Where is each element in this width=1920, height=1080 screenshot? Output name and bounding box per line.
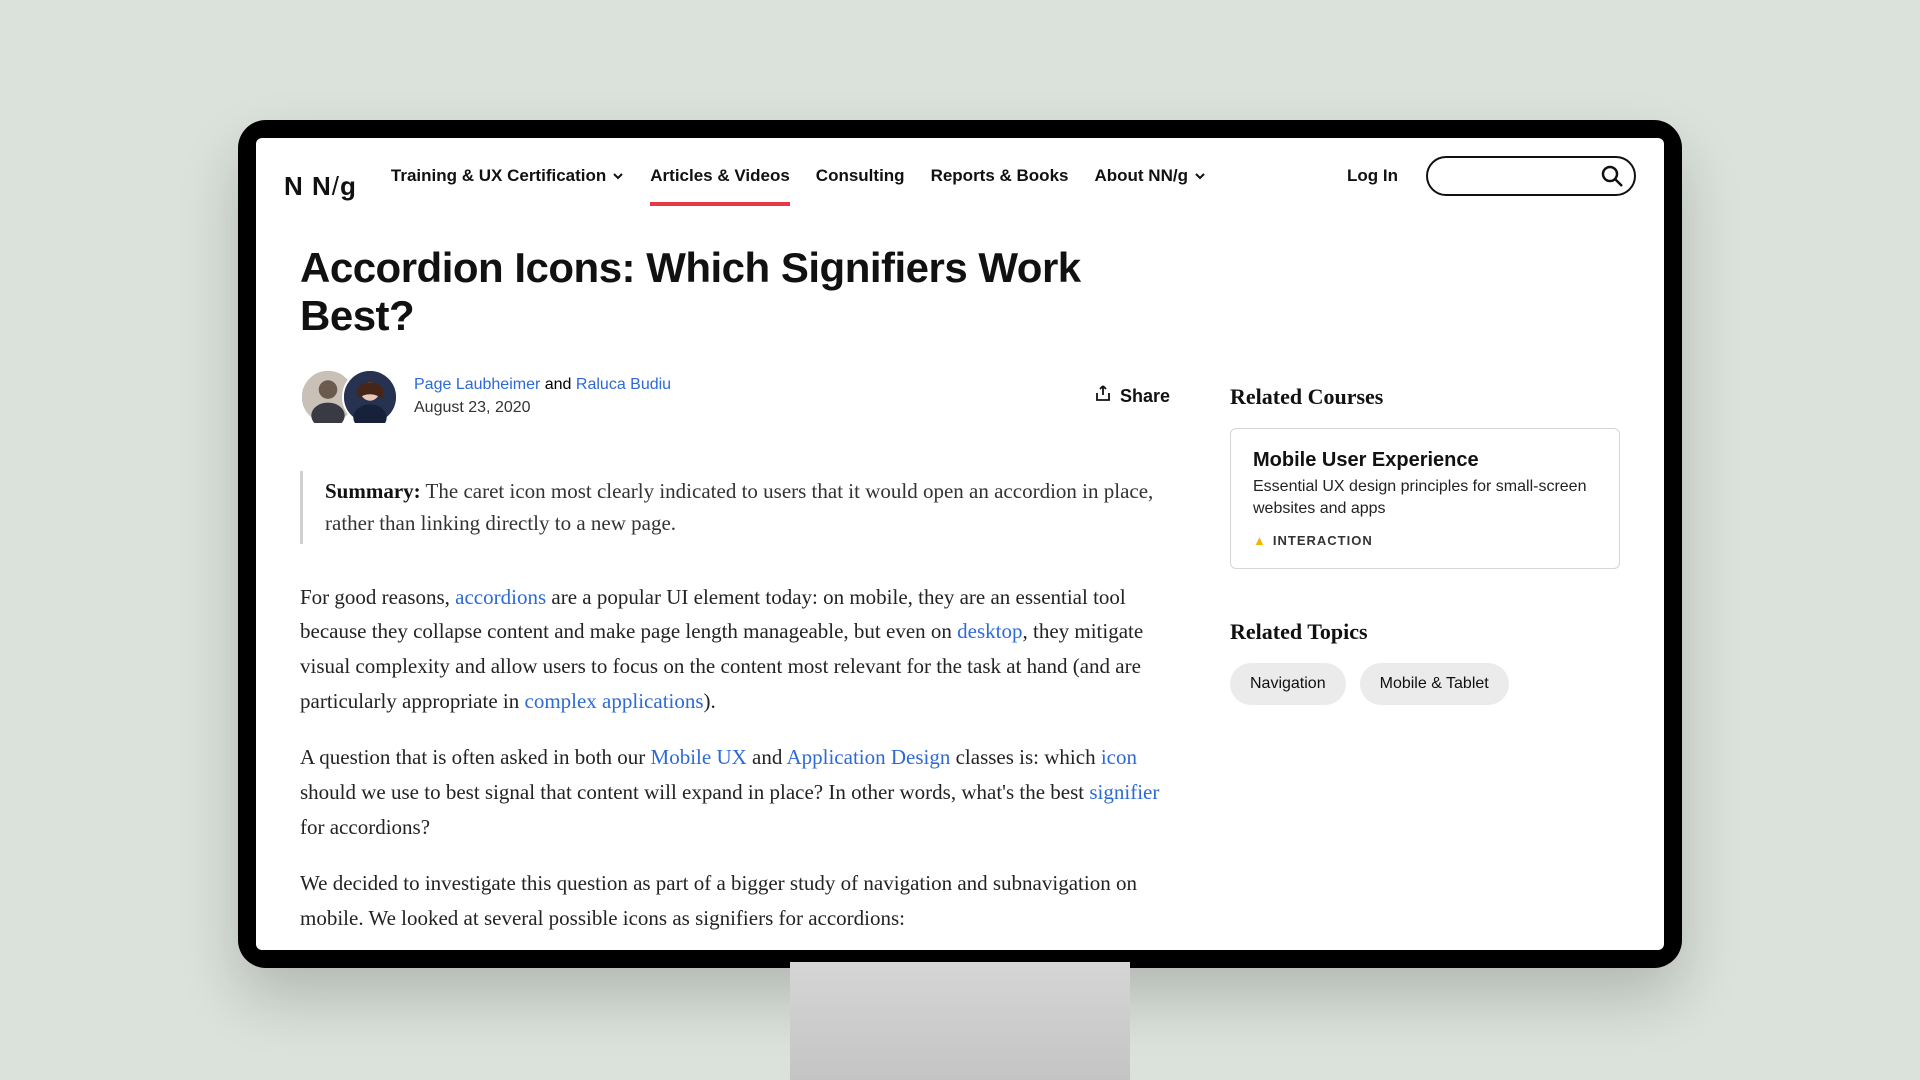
link-accordions[interactable]: accordions bbox=[455, 585, 546, 609]
summary-label: Summary: bbox=[325, 479, 421, 503]
nav-articles-label: Articles & Videos bbox=[650, 166, 790, 186]
publish-date: August 23, 2020 bbox=[414, 397, 671, 419]
content-area: Accordion Icons: Which Signifiers Work B… bbox=[256, 216, 1664, 950]
search-wrap bbox=[1426, 156, 1636, 216]
body-text: should we use to best signal that conten… bbox=[300, 780, 1089, 804]
login-link[interactable]: Log In bbox=[1347, 166, 1398, 206]
author-link-1[interactable]: Page Laubheimer bbox=[414, 376, 540, 393]
byline-row: Page Laubheimer and Raluca Budiu August … bbox=[300, 369, 1170, 425]
link-application-design[interactable]: Application Design bbox=[786, 745, 950, 769]
topic-pill-mobile[interactable]: Mobile & Tablet bbox=[1360, 663, 1509, 705]
browser-viewport: N N/g Training & UX Certification Articl… bbox=[256, 138, 1664, 950]
nav-reports[interactable]: Reports & Books bbox=[931, 166, 1069, 206]
author-join: and bbox=[540, 376, 576, 393]
share-label: Share bbox=[1120, 386, 1170, 407]
monitor-frame: N N/g Training & UX Certification Articl… bbox=[238, 120, 1682, 968]
chevron-down-icon bbox=[1194, 170, 1206, 182]
author-meta: Page Laubheimer and Raluca Budiu August … bbox=[414, 374, 671, 419]
nav-about-label: About NN/g bbox=[1094, 166, 1187, 186]
course-card[interactable]: Mobile User Experience Essential UX desi… bbox=[1230, 428, 1620, 569]
body-text: ). bbox=[704, 689, 716, 713]
search-input[interactable] bbox=[1426, 156, 1636, 196]
logo[interactable]: N N/g bbox=[284, 171, 357, 202]
page-title: Accordion Icons: Which Signifiers Work B… bbox=[300, 244, 1170, 341]
triangle-icon: ▲ bbox=[1253, 533, 1267, 548]
nav-articles[interactable]: Articles & Videos bbox=[650, 166, 790, 206]
link-icon[interactable]: icon bbox=[1101, 745, 1137, 769]
nav-consulting[interactable]: Consulting bbox=[816, 166, 905, 206]
share-icon bbox=[1094, 385, 1112, 408]
sidebar: Related Courses Mobile User Experience E… bbox=[1230, 244, 1620, 950]
nav-reports-label: Reports & Books bbox=[931, 166, 1069, 186]
body-text: We decided to investigate this question … bbox=[300, 866, 1170, 935]
nav-consulting-label: Consulting bbox=[816, 166, 905, 186]
nav-training[interactable]: Training & UX Certification bbox=[391, 166, 624, 206]
body-text: classes is: which bbox=[950, 745, 1100, 769]
byline: Page Laubheimer and Raluca Budiu August … bbox=[300, 369, 671, 425]
link-complex-applications[interactable]: complex applications bbox=[525, 689, 704, 713]
summary-text: The caret icon most clearly indicated to… bbox=[325, 479, 1153, 536]
nav-about[interactable]: About NN/g bbox=[1094, 166, 1205, 206]
author-avatars bbox=[300, 369, 398, 425]
course-tag-label: INTERACTION bbox=[1273, 533, 1373, 548]
nav-training-label: Training & UX Certification bbox=[391, 166, 606, 186]
avatar bbox=[342, 369, 398, 425]
chevron-down-icon bbox=[612, 170, 624, 182]
article-main: Accordion Icons: Which Signifiers Work B… bbox=[300, 244, 1170, 950]
topic-pills: Navigation Mobile & Tablet bbox=[1230, 663, 1620, 705]
body-text: and bbox=[747, 745, 787, 769]
body-text: For good reasons, bbox=[300, 585, 455, 609]
article-body: For good reasons, accordions are a popul… bbox=[300, 580, 1170, 936]
monitor-stand bbox=[790, 962, 1130, 1080]
body-text: A question that is often asked in both o… bbox=[300, 745, 651, 769]
article-summary: Summary: The caret icon most clearly ind… bbox=[300, 471, 1170, 544]
site-header: N N/g Training & UX Certification Articl… bbox=[256, 138, 1664, 216]
topic-pill-navigation[interactable]: Navigation bbox=[1230, 663, 1346, 705]
author-link-2[interactable]: Raluca Budiu bbox=[576, 376, 671, 393]
link-desktop[interactable]: desktop bbox=[957, 619, 1022, 643]
main-nav: Training & UX Certification Articles & V… bbox=[391, 166, 1206, 206]
body-text: for accordions? bbox=[300, 815, 430, 839]
share-button[interactable]: Share bbox=[1094, 385, 1170, 408]
course-description: Essential UX design principles for small… bbox=[1253, 476, 1597, 519]
related-courses-heading: Related Courses bbox=[1230, 384, 1620, 410]
related-topics-heading: Related Topics bbox=[1230, 619, 1620, 645]
course-tag: ▲ INTERACTION bbox=[1253, 533, 1597, 548]
link-mobile-ux[interactable]: Mobile UX bbox=[651, 745, 747, 769]
link-signifier[interactable]: signifier bbox=[1089, 780, 1159, 804]
course-title: Mobile User Experience bbox=[1253, 449, 1597, 472]
